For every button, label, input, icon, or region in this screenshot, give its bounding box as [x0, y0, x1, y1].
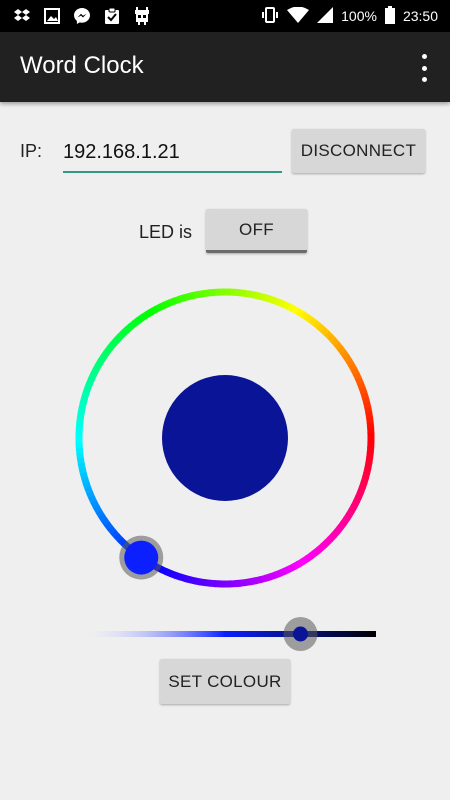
hue-handle-knob[interactable] — [124, 540, 159, 575]
wifi-icon — [287, 6, 310, 26]
battery-percent: 100% — [341, 8, 377, 24]
status-bar: 100% 23:50 — [0, 0, 450, 32]
brightness-track[interactable] — [74, 631, 376, 637]
battery-icon — [384, 5, 395, 27]
color-picker[interactable] — [70, 283, 380, 593]
selected-color-swatch — [162, 375, 288, 501]
led-label: LED is — [139, 222, 193, 242]
brightness-slider[interactable] — [70, 616, 380, 652]
disconnect-button[interactable]: DISCONNECT — [292, 129, 425, 173]
notification-icons — [12, 7, 152, 25]
more-vert-icon[interactable] — [418, 54, 430, 82]
color-wheel[interactable] — [70, 283, 380, 593]
clipboard-check-icon — [102, 7, 122, 25]
image-icon — [42, 7, 62, 25]
dropbox-icon — [12, 7, 32, 25]
ip-label: IP: — [20, 141, 43, 161]
signal-icon — [317, 6, 334, 26]
app-bar: Word Clock — [0, 32, 450, 102]
set-colour-button[interactable]: SET COLOUR — [160, 659, 290, 704]
android-icon — [132, 7, 152, 25]
ip-address-input[interactable] — [63, 133, 282, 173]
brightness-thumb-knob[interactable] — [293, 626, 308, 642]
vibrate-icon — [261, 6, 279, 27]
system-status: 100% 23:50 — [261, 5, 438, 27]
messenger-icon — [72, 7, 92, 25]
app-title: Word Clock — [20, 52, 144, 79]
clock-time: 23:50 — [402, 8, 438, 24]
led-toggle-button[interactable]: OFF — [206, 209, 307, 253]
